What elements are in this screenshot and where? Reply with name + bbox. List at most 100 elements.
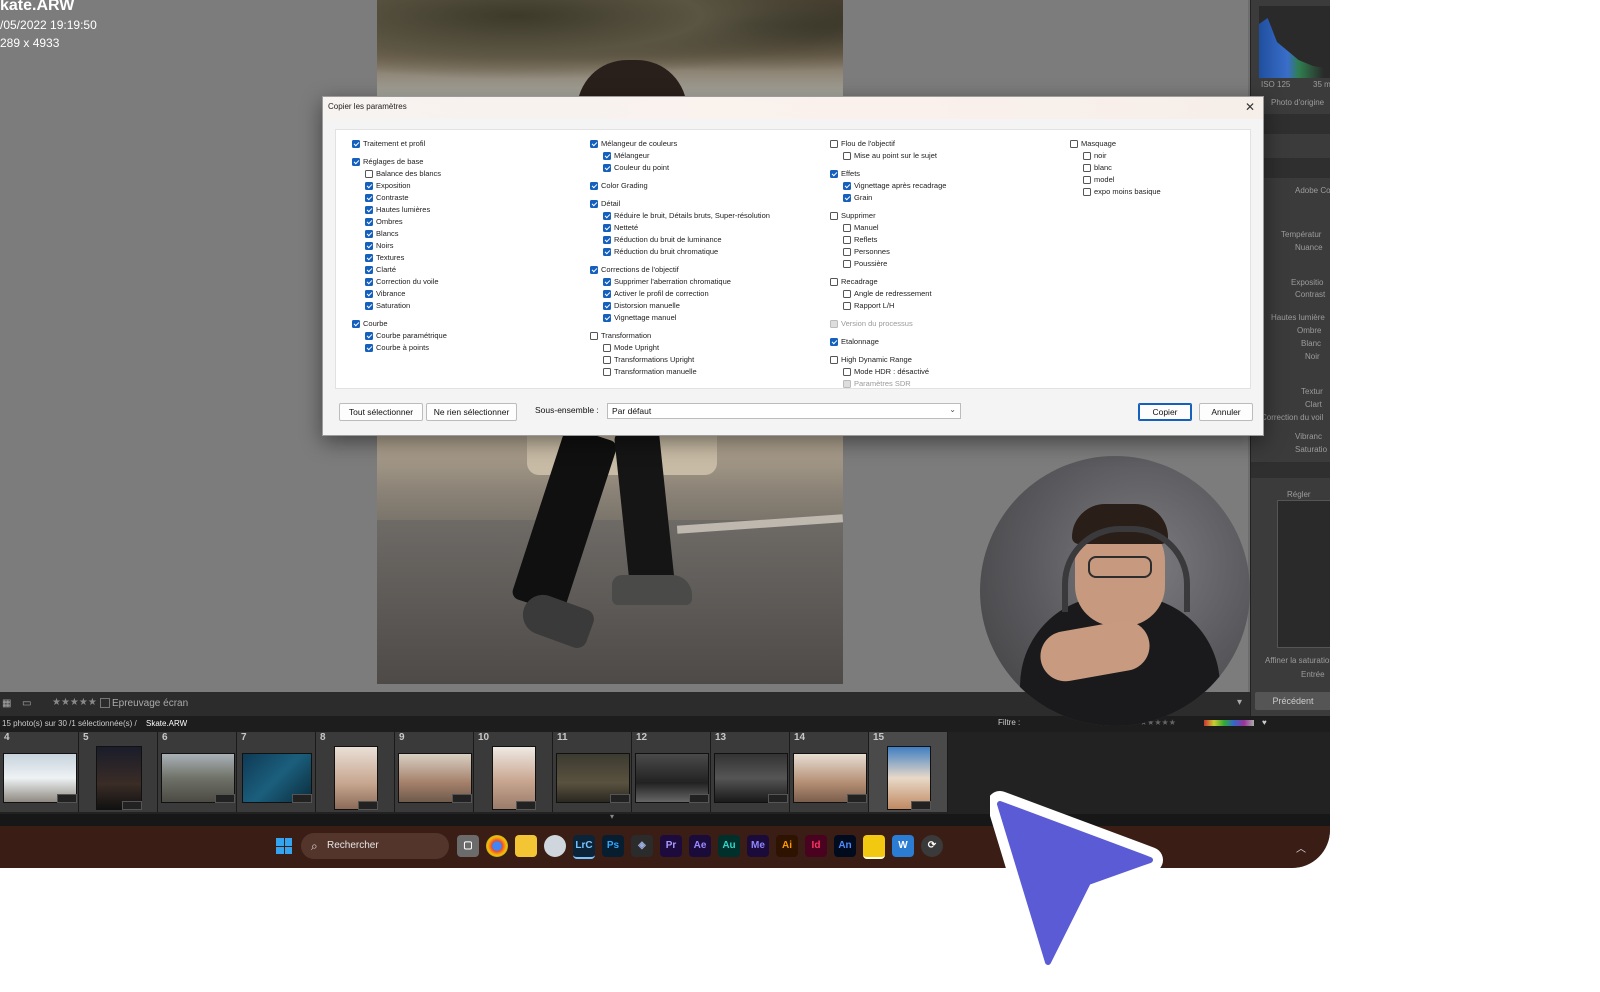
chatgpt-icon[interactable] xyxy=(544,835,566,857)
setting-checkbox[interactable] xyxy=(843,260,851,268)
filmstrip-thumbnail[interactable] xyxy=(96,746,142,810)
curve-adjust-tab[interactable]: Régler xyxy=(1287,490,1311,499)
setting-checkbox[interactable] xyxy=(365,230,373,238)
setting-checkbox[interactable] xyxy=(603,164,611,172)
filmstrip-thumbnail[interactable] xyxy=(714,753,788,803)
setting-checkbox[interactable] xyxy=(603,248,611,256)
tray-chevron-icon[interactable]: ︿ xyxy=(1296,840,1306,855)
start-menu-icon[interactable] xyxy=(276,838,292,854)
filmstrip-thumbnail[interactable] xyxy=(635,753,709,803)
app-badge-icon[interactable]: ⟳ xyxy=(921,835,943,857)
filmstrip-cell[interactable]: 10 xyxy=(474,732,553,812)
animate-icon[interactable]: An xyxy=(834,835,856,857)
taskbar-search[interactable]: ⌕ Rechercher xyxy=(301,833,449,859)
filmstrip-cell[interactable]: 15 xyxy=(869,732,948,812)
task-view-icon[interactable]: ▢ xyxy=(457,835,479,857)
setting-checkbox[interactable] xyxy=(365,278,373,286)
setting-checkbox[interactable] xyxy=(830,170,838,178)
filmstrip-thumbnail[interactable] xyxy=(334,746,378,810)
profile-label[interactable]: Adobe Cou xyxy=(1295,186,1330,195)
close-icon[interactable]: ✕ xyxy=(1245,99,1255,115)
filmstrip-cell[interactable]: 6 xyxy=(158,732,237,812)
indesign-icon[interactable]: Id xyxy=(805,835,827,857)
setting-checkbox[interactable] xyxy=(603,290,611,298)
filmstrip-current-file[interactable]: Skate.ARW xyxy=(146,719,187,728)
setting-checkbox[interactable] xyxy=(590,266,598,274)
previous-button[interactable]: Précédent xyxy=(1255,692,1330,710)
setting-checkbox[interactable] xyxy=(365,332,373,340)
setting-checkbox[interactable] xyxy=(365,344,373,352)
toolbar-chevron-icon[interactable]: ▾ xyxy=(1237,697,1242,708)
filmstrip-thumbnail[interactable] xyxy=(793,753,867,803)
premiere-icon[interactable]: Pr xyxy=(660,835,682,857)
setting-checkbox[interactable] xyxy=(590,332,598,340)
setting-checkbox[interactable] xyxy=(590,200,598,208)
setting-checkbox[interactable] xyxy=(365,266,373,274)
setting-checkbox[interactable] xyxy=(843,224,851,232)
filmstrip-cell[interactable]: 4 xyxy=(0,732,79,812)
setting-checkbox[interactable] xyxy=(603,344,611,352)
filmstrip-thumbnail[interactable] xyxy=(887,746,931,810)
cancel-button[interactable]: Annuler xyxy=(1199,403,1253,421)
grid-view-icon[interactable]: ▦ xyxy=(2,698,11,709)
select-none-button[interactable]: Ne rien sélectionner xyxy=(426,403,517,421)
sticky-notes-icon[interactable] xyxy=(863,835,885,859)
filmstrip-cell[interactable]: 5 xyxy=(79,732,158,812)
setting-checkbox[interactable] xyxy=(603,278,611,286)
compare-view-icon[interactable]: ▭ xyxy=(22,698,31,709)
setting-checkbox[interactable] xyxy=(603,302,611,310)
select-all-button[interactable]: Tout sélectionner xyxy=(339,403,423,421)
setting-checkbox[interactable] xyxy=(603,152,611,160)
setting-checkbox[interactable] xyxy=(365,218,373,226)
setting-checkbox[interactable] xyxy=(843,152,851,160)
after-effects-icon[interactable]: Ae xyxy=(689,835,711,857)
setting-checkbox[interactable] xyxy=(843,194,851,202)
setting-checkbox[interactable] xyxy=(590,140,598,148)
filter-flag-icon[interactable]: ♥ xyxy=(1262,718,1267,727)
setting-checkbox[interactable] xyxy=(365,206,373,214)
media-encoder-icon[interactable]: Me xyxy=(747,835,769,857)
chrome-icon[interactable] xyxy=(486,835,508,857)
illustrator-icon[interactable]: Ai xyxy=(776,835,798,857)
subset-select[interactable]: Par défaut ⌄ xyxy=(607,403,961,419)
setting-checkbox[interactable] xyxy=(365,290,373,298)
setting-checkbox[interactable] xyxy=(603,224,611,232)
setting-checkbox[interactable] xyxy=(603,314,611,322)
setting-checkbox[interactable] xyxy=(352,158,360,166)
setting-checkbox[interactable] xyxy=(365,242,373,250)
setting-checkbox[interactable] xyxy=(603,368,611,376)
setting-checkbox[interactable] xyxy=(830,320,838,328)
setting-checkbox[interactable] xyxy=(830,278,838,286)
setting-checkbox[interactable] xyxy=(365,182,373,190)
filmstrip-thumbnail[interactable] xyxy=(3,753,77,803)
filmstrip-cell[interactable]: 7 xyxy=(237,732,316,812)
setting-checkbox[interactable] xyxy=(843,368,851,376)
setting-checkbox[interactable] xyxy=(830,356,838,364)
setting-checkbox[interactable] xyxy=(843,302,851,310)
setting-checkbox[interactable] xyxy=(365,302,373,310)
rating-stars[interactable]: ★★★★★ xyxy=(52,697,97,708)
filmstrip-cell[interactable]: 12 xyxy=(632,732,711,812)
setting-checkbox[interactable] xyxy=(352,140,360,148)
filmstrip-cell[interactable]: 11 xyxy=(553,732,632,812)
filmstrip-cell[interactable]: 14 xyxy=(790,732,869,812)
lightroom-classic-icon[interactable]: LrC xyxy=(573,835,595,859)
setting-checkbox[interactable] xyxy=(843,380,851,388)
filmstrip-thumbnail[interactable] xyxy=(242,753,312,803)
setting-checkbox[interactable] xyxy=(1070,140,1078,148)
word-icon[interactable]: W xyxy=(892,835,914,857)
setting-checkbox[interactable] xyxy=(830,140,838,148)
resolve-icon[interactable]: ◈ xyxy=(631,835,653,857)
setting-checkbox[interactable] xyxy=(830,212,838,220)
copy-button[interactable]: Copier xyxy=(1138,403,1192,421)
setting-checkbox[interactable] xyxy=(365,170,373,178)
setting-checkbox[interactable] xyxy=(1083,188,1091,196)
filmstrip-cell[interactable]: 13 xyxy=(711,732,790,812)
setting-checkbox[interactable] xyxy=(365,194,373,202)
setting-checkbox[interactable] xyxy=(603,236,611,244)
softproof-checkbox[interactable] xyxy=(100,698,110,708)
setting-checkbox[interactable] xyxy=(590,182,598,190)
setting-checkbox[interactable] xyxy=(843,182,851,190)
collapse-filmstrip-icon[interactable]: ▾ xyxy=(610,812,614,821)
setting-checkbox[interactable] xyxy=(1083,176,1091,184)
